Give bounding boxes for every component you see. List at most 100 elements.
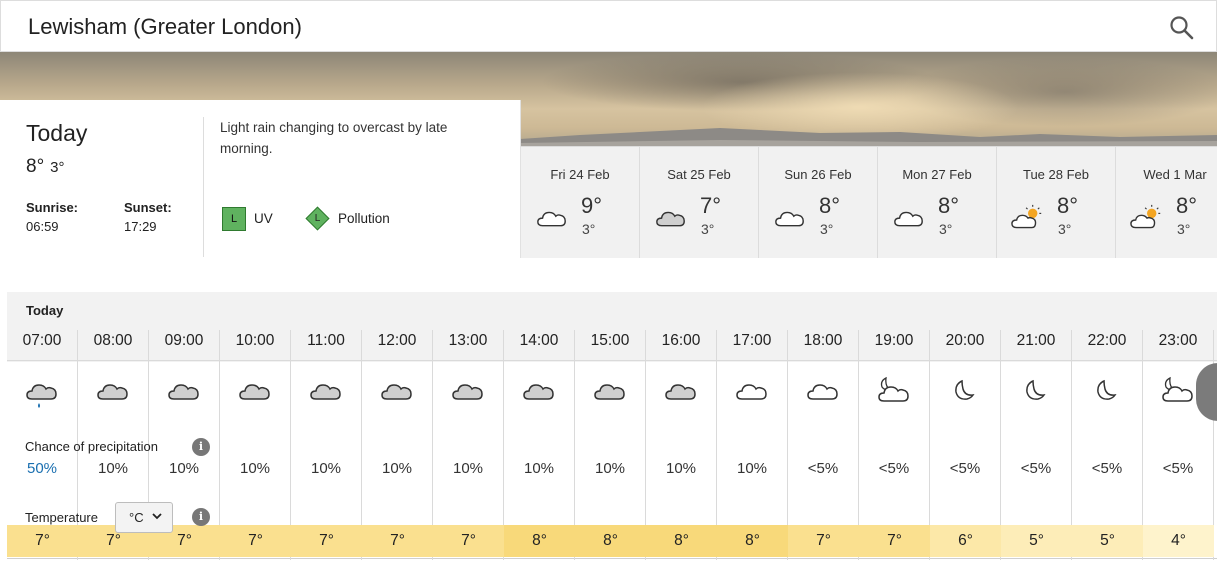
hour-precip: 10% (97, 460, 129, 477)
hour-time: 16:00 (661, 332, 701, 349)
hour-temp: 5° (1001, 525, 1072, 557)
hour-temp: 4° (1143, 525, 1214, 557)
hour-temp: 6° (930, 525, 1001, 557)
uv-badge[interactable]: L (222, 207, 246, 231)
day-low-temp: 3° (701, 221, 715, 237)
sunset-label: Sunset: (124, 200, 172, 215)
hour-precip: 10% (665, 460, 697, 477)
hour-temp: 8° (575, 525, 646, 557)
day-card[interactable]: Wed 1 Mar 8° 3° (1116, 147, 1217, 258)
cloud-icon (805, 375, 841, 409)
cloud-icon (535, 203, 569, 231)
day-card[interactable]: Mon 27 Feb 8° 3° (878, 147, 997, 258)
hour-column: 13:00 10% 7° (433, 292, 504, 560)
hour-temp: 7° (7, 525, 78, 557)
hour-time: 21:00 (1016, 332, 1056, 349)
hour-time: 07:00 (22, 332, 62, 349)
sunrise-time: 06:59 (26, 219, 59, 234)
partly-cloudy-night-icon (876, 375, 912, 409)
grey-cloud-icon (308, 375, 344, 409)
today-summary-text: Light rain changing to overcast by late … (220, 120, 448, 156)
today-heading: Today (26, 120, 88, 146)
day-card[interactable]: Fri 24 Feb 9° 3° (521, 147, 640, 258)
uv-label[interactable]: UV (254, 211, 273, 226)
grey-cloud-icon (521, 375, 557, 409)
day-label: Wed 1 Mar (1143, 167, 1207, 182)
hourly-forecast: Today 07:00 50% 7° 08:00 10% 7° 09:00 10% 7° 10:0… (7, 292, 1217, 560)
temperature-title: Temperature (25, 510, 98, 525)
hour-time: 18:00 (803, 332, 843, 349)
location-header: Lewisham (Greater London) (0, 0, 1217, 52)
moon-icon (947, 375, 983, 409)
temperature-info-icon[interactable]: i (192, 508, 210, 526)
hour-temp: 7° (433, 525, 504, 557)
day-high-temp: 7° (700, 193, 722, 218)
day-low-temp: 3° (1177, 221, 1191, 237)
day-low-temp: 3° (1058, 221, 1072, 237)
hour-column: 11:00 10% 7° (291, 292, 362, 560)
day-card[interactable]: Sat 25 Feb 7° 3° (640, 147, 759, 258)
search-icon[interactable] (1169, 15, 1195, 41)
cloud-icon (773, 203, 807, 231)
day-low-temp: 3° (939, 221, 953, 237)
hour-temp: 7° (220, 525, 291, 557)
pollution-letter: L (314, 213, 321, 224)
today-summary-panel[interactable]: Today 8° 3° Sunrise: 06:59 Sunset: 17:29 … (0, 100, 521, 258)
hour-precip: 10% (452, 460, 484, 477)
day-high-temp: 9° (581, 193, 603, 218)
hour-temp: 8° (717, 525, 788, 557)
hour-precip: <5% (807, 460, 839, 477)
hour-time: 10:00 (235, 332, 275, 349)
hour-temp: 8° (646, 525, 717, 557)
grey-cloud-icon (654, 203, 688, 231)
day-card[interactable]: Sun 26 Feb 8° 3° (759, 147, 878, 258)
day-high-temp: 8° (1176, 193, 1198, 218)
hour-precip: <5% (949, 460, 981, 477)
hour-temp: 7° (362, 525, 433, 557)
hour-precip: 10% (523, 460, 555, 477)
grey-cloud-icon (450, 375, 486, 409)
hour-time: 22:00 (1087, 332, 1127, 349)
light-rain-icon (24, 375, 60, 409)
hour-precip: 10% (310, 460, 342, 477)
grey-cloud-icon (379, 375, 415, 409)
hour-column: 18:00 <5% 7° (788, 292, 859, 560)
hour-column: 20:00 <5% 6° (930, 292, 1001, 560)
day-high-temp: 8° (819, 193, 841, 218)
sun-cloud-icon (1011, 203, 1045, 231)
precipitation-title: Chance of precipitation (25, 439, 158, 454)
hour-column: 21:00 <5% 5° (1001, 292, 1072, 560)
today-temps: 8° 3° (26, 156, 65, 178)
hour-precip: <5% (878, 460, 910, 477)
sunset-time: 17:29 (124, 219, 157, 234)
hour-column: 23:00 <5% 4° (1143, 292, 1214, 560)
day-label: Mon 27 Feb (902, 167, 972, 182)
hour-temp: 5° (1072, 525, 1143, 557)
hour-time: 08:00 (93, 332, 133, 349)
grey-cloud-icon (237, 375, 273, 409)
precipitation-info-icon[interactable]: i (192, 438, 210, 456)
hour-precip: 10% (239, 460, 271, 477)
partly-cloudy-night-icon (1160, 375, 1196, 409)
grey-cloud-icon (592, 375, 628, 409)
grey-cloud-icon (663, 375, 699, 409)
hour-time: 12:00 (377, 332, 417, 349)
hour-column: 12:00 10% 7° (362, 292, 433, 560)
daily-forecast-strip: Fri 24 Feb 9° 3° Sat 25 Feb 7° 3° Sun 26 Feb 8°… (521, 146, 1217, 258)
hour-time: 23:00 (1158, 332, 1198, 349)
hills-silhouette (520, 128, 1217, 147)
day-label: Sun 26 Feb (784, 167, 852, 182)
day-card[interactable]: Tue 28 Feb 8° 3° (997, 147, 1116, 258)
hour-time: 13:00 (448, 332, 488, 349)
unit-value: °C (129, 510, 144, 525)
temperature-unit-select[interactable]: °C (115, 502, 173, 533)
hour-column: 19:00 <5% 7° (859, 292, 930, 560)
day-high-temp: 8° (1057, 193, 1079, 218)
moon-icon (1018, 375, 1054, 409)
sun-cloud-icon (1130, 203, 1164, 231)
cloud-icon (892, 203, 926, 231)
pollution-label[interactable]: Pollution (338, 211, 390, 226)
hour-column: 17:00 10% 8° (717, 292, 788, 560)
hour-column: 15:00 10% 8° (575, 292, 646, 560)
hour-temp: 7° (291, 525, 362, 557)
